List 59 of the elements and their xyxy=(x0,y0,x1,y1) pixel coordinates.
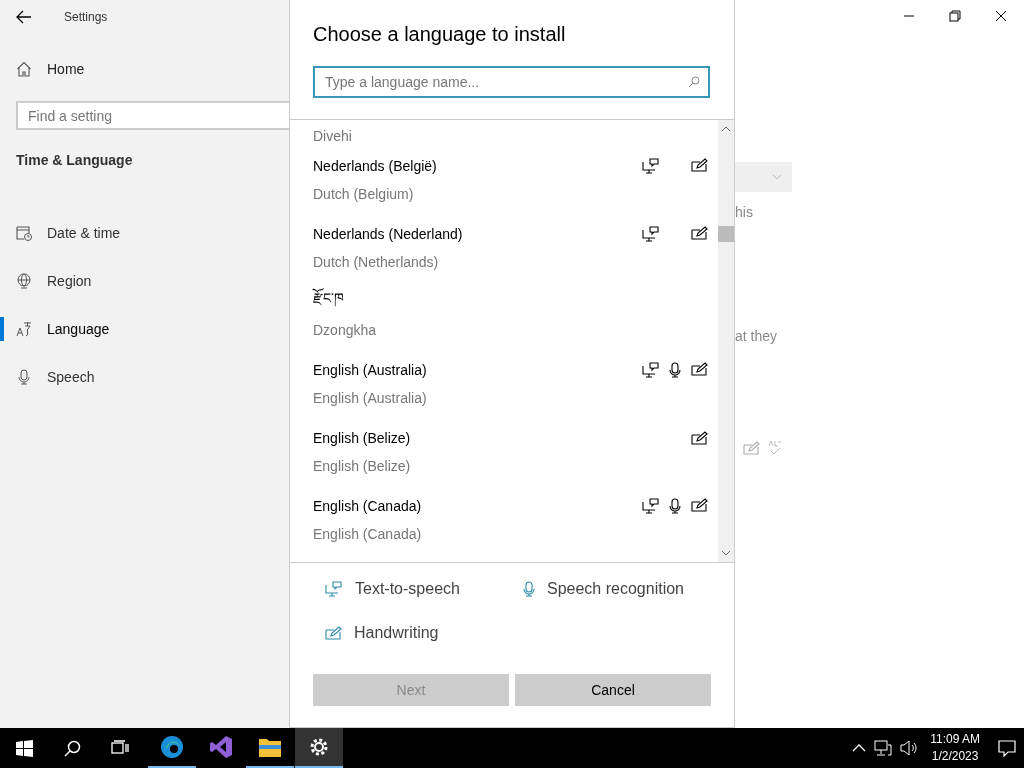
scrollbar[interactable] xyxy=(718,120,734,562)
language-english-name: English (Belize) xyxy=(313,457,412,476)
language-english-name: Dutch (Netherlands) xyxy=(313,253,440,272)
spell-check-icon xyxy=(768,440,782,456)
home-link[interactable]: Home xyxy=(16,57,289,81)
windows-logo-icon[interactable] xyxy=(15,739,33,757)
chevron-up-icon[interactable] xyxy=(852,744,867,752)
notification-icon[interactable] xyxy=(998,739,1016,757)
legend-label: Speech recognition xyxy=(547,580,684,598)
language-english-name: Divehi xyxy=(313,127,353,146)
legend-label: Text-to-speech xyxy=(355,580,460,598)
infinity-logo-icon[interactable] xyxy=(209,735,233,759)
language-english-name: English (Canada) xyxy=(313,525,423,544)
task-view-icon[interactable] xyxy=(111,740,129,756)
scroll-down-icon[interactable] xyxy=(721,550,731,556)
pen-on-pad-icon xyxy=(743,441,760,455)
search-field[interactable]: Find a setting xyxy=(16,101,289,130)
description-text: at they xyxy=(735,328,779,344)
clock-time[interactable]: 11:09 AM xyxy=(930,731,980,748)
window-title: Settings xyxy=(64,9,108,24)
legend-label: Handwriting xyxy=(354,624,439,642)
globe-icon xyxy=(16,273,32,289)
language-english-name: Dutch (Belgium) xyxy=(313,185,415,204)
network-icon[interactable] xyxy=(874,740,893,756)
sidebar-item[interactable]: Language xyxy=(0,305,289,353)
microphone-icon xyxy=(16,369,32,385)
language-name[interactable]: Nederlands (Nederland) xyxy=(313,226,642,242)
search-field[interactable]: Type a language name... xyxy=(313,66,710,98)
scroll-up-icon[interactable] xyxy=(721,126,731,132)
sidebar-item[interactable]: Speech xyxy=(0,353,289,401)
calendar-clock-icon xyxy=(16,225,32,241)
pen-on-pad-icon xyxy=(325,626,342,640)
text-to-speech-icon xyxy=(325,581,343,597)
back-arrow-icon[interactable] xyxy=(16,9,32,24)
home-icon xyxy=(16,61,32,77)
description-text: his xyxy=(735,204,754,220)
language-name[interactable]: Nederlands (België) xyxy=(313,158,642,174)
sidebar-item[interactable]: Region xyxy=(0,257,289,305)
language-name[interactable]: རྫོང་ཁ xyxy=(313,282,642,322)
clock-date[interactable]: 1/2/2023 xyxy=(931,748,979,765)
language-english-name: English (Australia) xyxy=(313,389,428,408)
selection-indicator xyxy=(0,317,4,341)
folder-icon[interactable] xyxy=(258,736,282,758)
dialog-button[interactable]: Cancel xyxy=(515,674,711,706)
language-icon xyxy=(16,321,32,337)
sidebar-item[interactable]: Date & time xyxy=(0,209,289,257)
speaker-icon[interactable] xyxy=(900,740,919,756)
section-heading: Time & Language xyxy=(16,152,134,168)
taskbar-app[interactable] xyxy=(295,728,343,768)
browser-icon[interactable] xyxy=(160,735,184,759)
language-english-name: Dzongkha xyxy=(313,321,378,340)
dialog-title: Choose a language to install xyxy=(313,22,567,47)
language-name[interactable]: English (Australia) xyxy=(313,362,642,378)
language-name[interactable]: English (Belize) xyxy=(313,430,642,446)
scrollbar-thumb[interactable] xyxy=(718,226,734,242)
search-icon[interactable] xyxy=(63,739,81,757)
language-name[interactable]: English (Canada) xyxy=(313,498,642,514)
microphone-icon xyxy=(523,581,535,597)
gear-icon[interactable] xyxy=(308,736,330,758)
